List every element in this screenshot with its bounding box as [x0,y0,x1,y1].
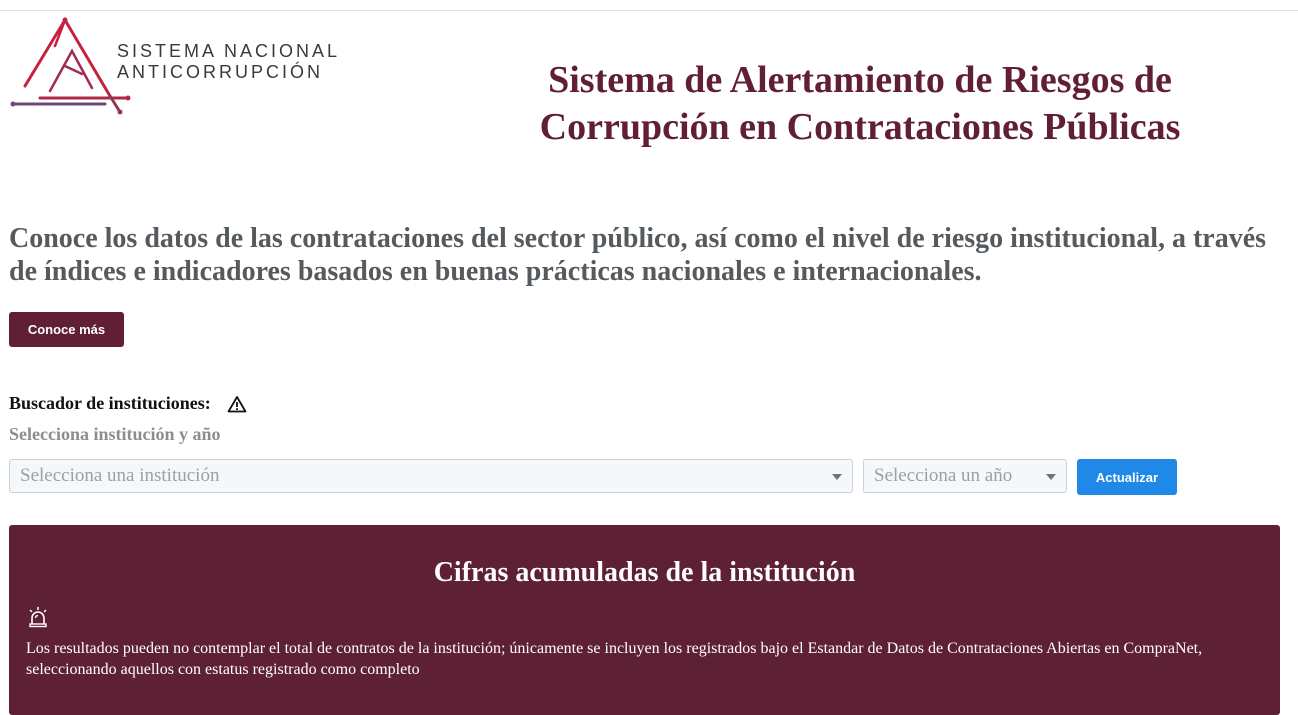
year-select-placeholder: Selecciona un año [874,465,1013,486]
sna-logo[interactable]: SISTEMA NACIONAL ANTICORRUPCIÓN [10,16,350,116]
institution-select[interactable]: Selecciona una institución [9,459,853,493]
chevron-down-icon [1046,474,1056,480]
institution-search-label: Buscador de instituciones: [9,393,247,414]
search-sublabel: Selecciona institución y año [9,424,221,444]
page-title: Sistema de Alertamiento de Riesgos de Co… [539,59,1181,148]
chevron-down-icon [832,474,842,480]
intro-text: Conoce los datos de las contrataciones d… [9,223,1267,287]
warning-triangle-icon[interactable] [227,395,247,413]
panel-title: Cifras acumuladas de la institución [433,557,856,588]
panel-disclaimer: Los resultados pueden no contemplar el t… [26,640,1203,678]
top-divider [0,10,1298,11]
logo-line-2: ANTICORRUPCIÓN [117,62,324,82]
logo-line-1: SISTEMA NACIONAL [117,41,341,61]
search-label-text: Buscador de instituciones: [9,393,211,413]
institution-select-placeholder: Selecciona una institución [20,465,220,486]
year-select[interactable]: Selecciona un año [863,459,1067,493]
institution-summary-panel: Cifras acumuladas de la institución Los … [9,525,1280,715]
learn-more-button[interactable]: Conoce más [9,312,124,347]
alarm-siren-icon [27,606,49,633]
update-button[interactable]: Actualizar [1077,459,1177,495]
